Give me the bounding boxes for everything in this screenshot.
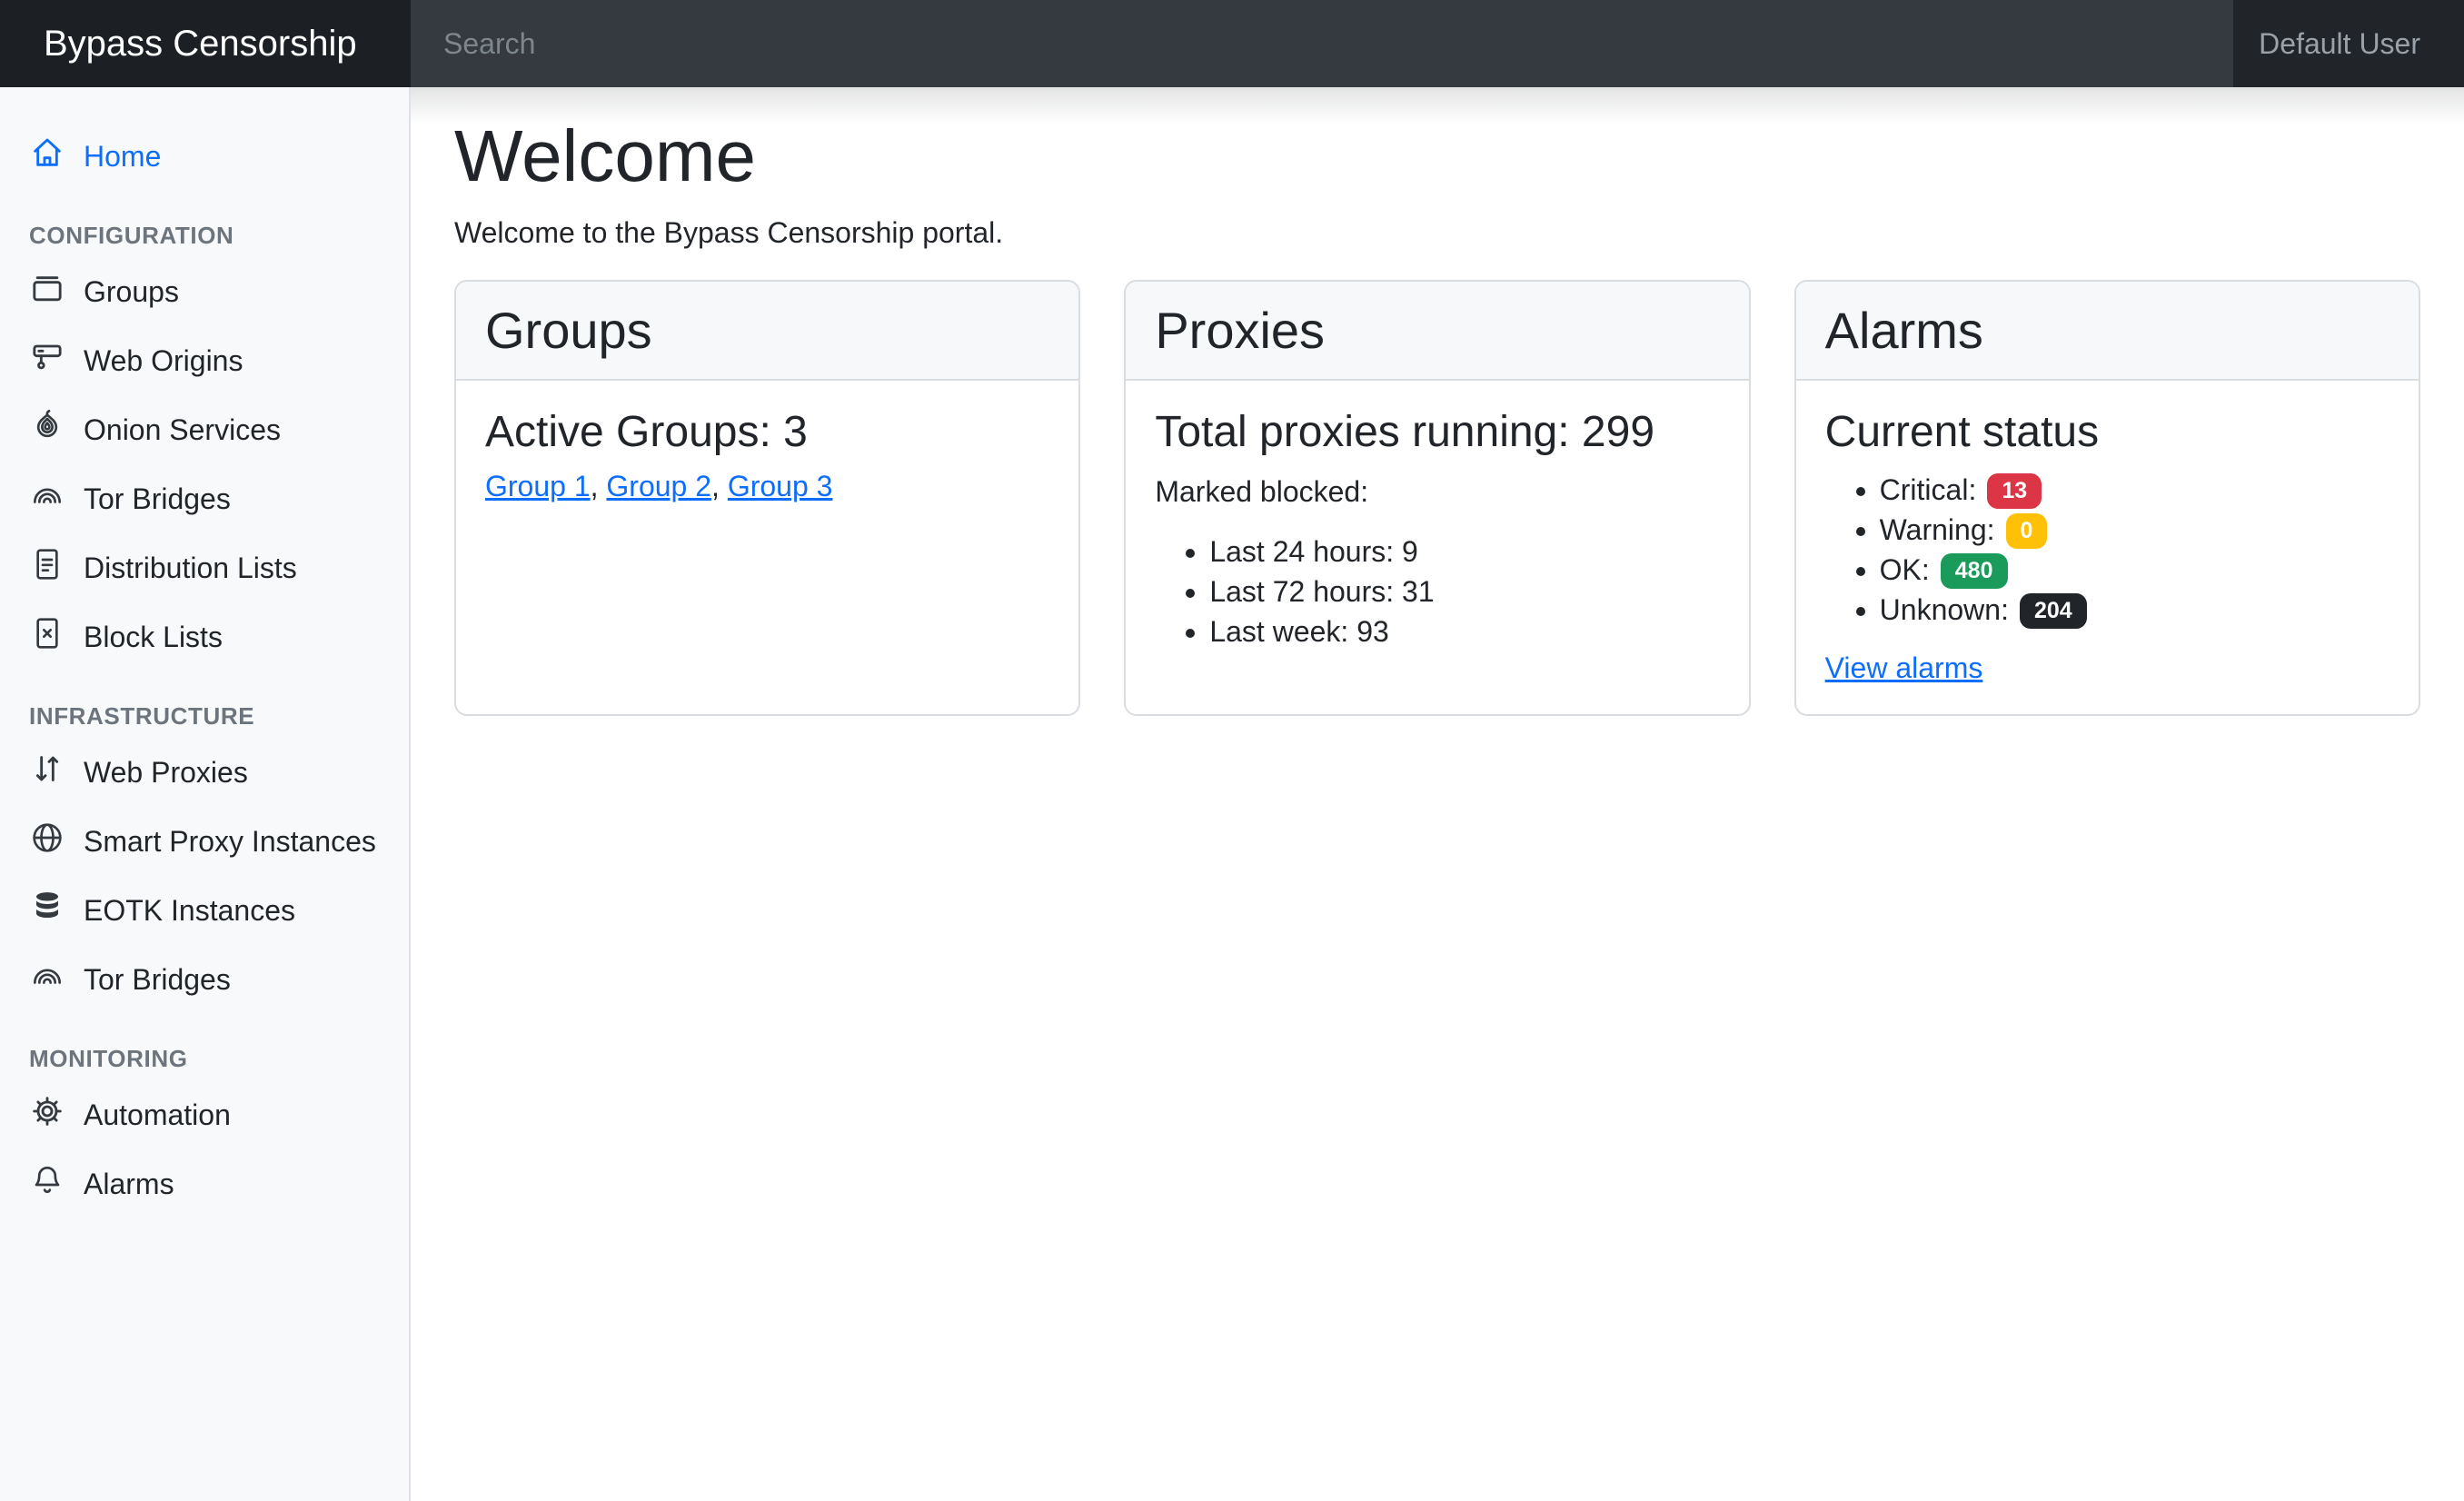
onion-icon: [29, 408, 65, 452]
proxies-card-header: Proxies: [1126, 282, 1748, 381]
group-1-link[interactable]: Group 1: [485, 470, 591, 502]
sidebar-item-label: Block Lists: [84, 621, 223, 654]
sidebar-item-label: Home: [84, 140, 161, 174]
sidebar-item-label: Onion Services: [84, 413, 281, 447]
status-label: OK:: [1880, 553, 1930, 586]
list-item: Unknown: 204: [1880, 590, 2389, 630]
total-proxies-heading: Total proxies running: 299: [1155, 406, 1719, 459]
link-separator: ,: [711, 470, 728, 502]
sidebar-item-eotk-instances[interactable]: EOTK Instances: [0, 878, 409, 943]
main-content: Welcome Welcome to the Bypass Censorship…: [411, 87, 2464, 1501]
groups-card-title: Groups: [485, 300, 1049, 361]
bridge-rainbow-icon: [29, 477, 65, 521]
status-label: Warning:: [1880, 513, 1995, 546]
sidebar-item-smart-proxy-instances[interactable]: Smart Proxy Instances: [0, 809, 409, 874]
blocked-stats-list: Last 24 hours: 9 Last 72 hours: 31 Last …: [1155, 532, 1719, 651]
sidebar-item-onion-services[interactable]: Onion Services: [0, 397, 409, 462]
summary-cards-row: Groups Active Groups: 3 Group 1, Group 2…: [454, 280, 2420, 716]
sidebar-item-web-proxies[interactable]: Web Proxies: [0, 740, 409, 805]
list-item: Last week: 93: [1209, 611, 1719, 651]
sidebar-item-label: Automation: [84, 1098, 231, 1132]
user-menu[interactable]: Default User: [2233, 0, 2464, 87]
sidebar-item-label: EOTK Instances: [84, 894, 295, 928]
list-item: Warning: 0: [1880, 510, 2389, 550]
sidebar-item-alarms[interactable]: Alarms: [0, 1151, 409, 1217]
bridge-rainbow-icon: [29, 958, 65, 1001]
sidebar-item-label: Web Proxies: [84, 756, 248, 790]
alarms-card-title: Alarms: [1825, 300, 2389, 361]
group-3-link[interactable]: Group 3: [728, 470, 833, 502]
server-node-icon: [29, 339, 65, 383]
status-label: Critical:: [1880, 473, 1977, 506]
proxies-card-title: Proxies: [1155, 300, 1719, 361]
status-badge-unknown: 204: [2020, 593, 2087, 629]
alarms-card-header: Alarms: [1796, 282, 2419, 381]
marked-blocked-label: Marked blocked:: [1155, 470, 1719, 513]
group-links: Group 1, Group 2, Group 3: [485, 470, 1049, 503]
sidebar-item-automation[interactable]: Automation: [0, 1082, 409, 1148]
alarm-status-list: Critical: 13 Warning: 0 OK: 480 Unknown: 204: [1825, 470, 2389, 630]
sidebar: Home CONFIGURATION Groups Web Origins On…: [0, 87, 411, 1501]
link-separator: ,: [591, 470, 607, 502]
groups-card-body: Active Groups: 3 Group 1, Group 2, Group…: [456, 381, 1078, 714]
proxies-card-body: Total proxies running: 299 Marked blocke…: [1126, 381, 1748, 714]
list-item: Last 24 hours: 9: [1209, 532, 1719, 572]
page-title: Welcome: [454, 113, 2420, 200]
groups-card-header: Groups: [456, 282, 1078, 381]
active-groups-heading: Active Groups: 3: [485, 406, 1049, 459]
status-badge-critical: 13: [1987, 473, 2042, 509]
bell-icon: [29, 1162, 65, 1206]
view-alarms-link[interactable]: View alarms: [1825, 651, 1983, 685]
file-x-icon: [29, 615, 65, 659]
sidebar-item-label: Alarms: [84, 1168, 174, 1201]
sidebar-item-groups[interactable]: Groups: [0, 259, 409, 324]
alarms-card: Alarms Current status Critical: 13 Warnin…: [1794, 280, 2420, 716]
sidebar-item-tor-bridges[interactable]: Tor Bridges: [0, 466, 409, 532]
list-item: OK: 480: [1880, 550, 2389, 590]
sidebar-item-web-origins[interactable]: Web Origins: [0, 328, 409, 393]
arrows-down-up-icon: [29, 750, 65, 794]
sidebar-item-label: Groups: [84, 275, 179, 309]
status-badge-warning: 0: [2006, 513, 2048, 549]
proxies-card: Proxies Total proxies running: 299 Marke…: [1124, 280, 1750, 716]
brand-link[interactable]: Bypass Censorship: [0, 0, 411, 87]
search-input[interactable]: [411, 27, 2233, 61]
sidebar-item-label: Distribution Lists: [84, 552, 297, 585]
page-subtitle: Welcome to the Bypass Censorship portal.: [454, 211, 2420, 254]
list-item: Last 72 hours: 31: [1209, 572, 1719, 611]
bypass-censorship-portal: Bypass Censorship Default User Home CONF…: [0, 0, 2464, 1501]
sidebar-item-label: Tor Bridges: [84, 963, 231, 997]
sidebar-item-distribution-lists[interactable]: Distribution Lists: [0, 535, 409, 601]
database-icon: [29, 889, 65, 932]
sidebar-section-infrastructure: INFRASTRUCTURE: [29, 702, 380, 731]
sidebar-item-block-lists[interactable]: Block Lists: [0, 604, 409, 670]
sidebar-section-configuration: CONFIGURATION: [29, 222, 380, 250]
sidebar-item-home[interactable]: Home: [0, 124, 409, 189]
status-badge-ok: 480: [1941, 553, 2008, 589]
current-status-heading: Current status: [1825, 406, 2389, 459]
sidebar-item-tor-bridges-infra[interactable]: Tor Bridges: [0, 947, 409, 1012]
sidebar-item-label: Web Origins: [84, 344, 243, 378]
sidebar-item-label: Smart Proxy Instances: [84, 825, 376, 859]
top-navbar: Bypass Censorship Default User: [0, 0, 2464, 87]
list-item: Critical: 13: [1880, 470, 2389, 510]
navbar-search: [411, 0, 2233, 87]
house-icon: [29, 134, 65, 178]
file-text-icon: [29, 546, 65, 590]
groups-card: Groups Active Groups: 3 Group 1, Group 2…: [454, 280, 1080, 716]
alarms-card-body: Current status Critical: 13 Warning: 0 OK:…: [1796, 381, 2419, 714]
sidebar-section-monitoring: MONITORING: [29, 1045, 380, 1073]
collection-icon: [29, 270, 65, 313]
globe-icon: [29, 820, 65, 863]
status-label: Unknown:: [1880, 593, 2009, 626]
sidebar-item-label: Tor Bridges: [84, 482, 231, 516]
group-2-link[interactable]: Group 2: [606, 470, 711, 502]
gear-icon: [29, 1093, 65, 1137]
